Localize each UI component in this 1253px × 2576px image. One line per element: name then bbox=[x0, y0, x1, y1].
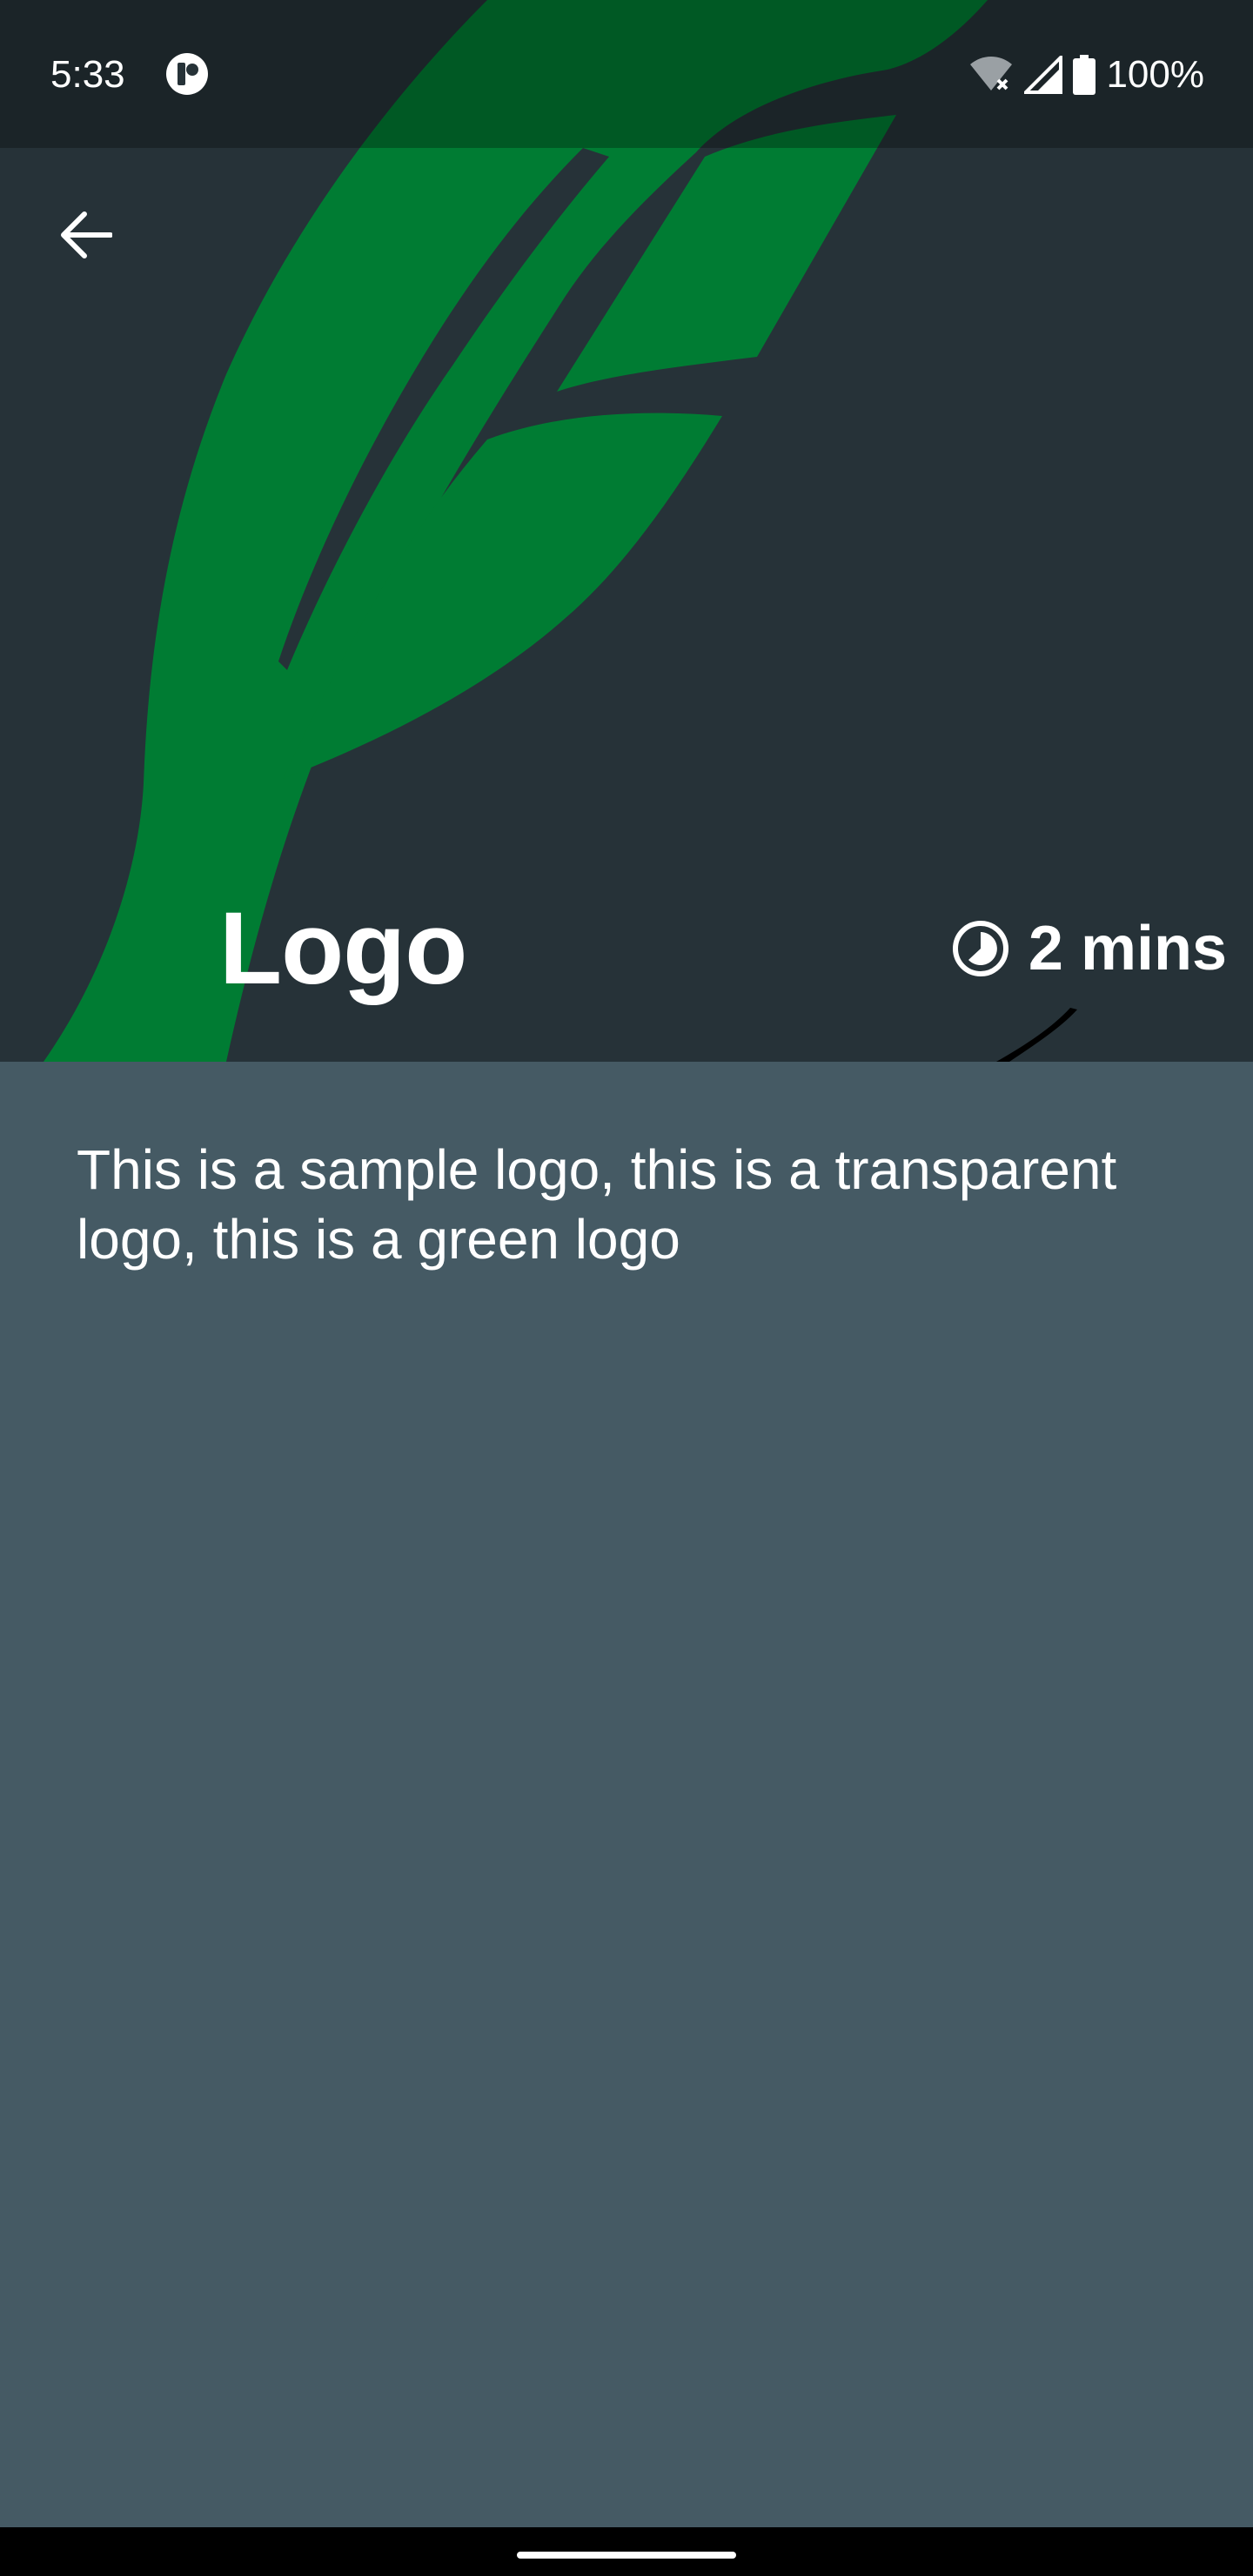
feather-quill-tip bbox=[996, 1008, 1077, 1062]
description-text: This is a sample logo, this is a transpa… bbox=[77, 1138, 1117, 1271]
duration-text: 2 mins bbox=[1028, 914, 1227, 983]
content-section: This is a sample logo, this is a transpa… bbox=[0, 1062, 1253, 2527]
status-time: 5:33 bbox=[50, 53, 125, 96]
app-notification-icon bbox=[166, 53, 208, 95]
status-bar: 5:33 100% bbox=[0, 0, 1253, 148]
green-feather-logo-image bbox=[44, 0, 1077, 1062]
battery-full-icon bbox=[1073, 55, 1096, 95]
arrow-left-icon bbox=[61, 211, 112, 258]
battery-percentage: 100% bbox=[1106, 53, 1204, 96]
home-gesture-handle[interactable] bbox=[517, 2552, 736, 2559]
status-icons: 100% bbox=[968, 50, 1204, 99]
page-title: Logo bbox=[219, 891, 467, 1006]
wifi-off-icon bbox=[970, 57, 1013, 91]
hero-header bbox=[0, 0, 1253, 1062]
system-nav-bar bbox=[0, 2527, 1253, 2576]
back-button[interactable] bbox=[44, 193, 127, 277]
read-duration: 2 mins bbox=[952, 912, 1227, 985]
cell-signal-icon bbox=[1024, 56, 1063, 94]
timer-icon bbox=[952, 921, 1008, 976]
